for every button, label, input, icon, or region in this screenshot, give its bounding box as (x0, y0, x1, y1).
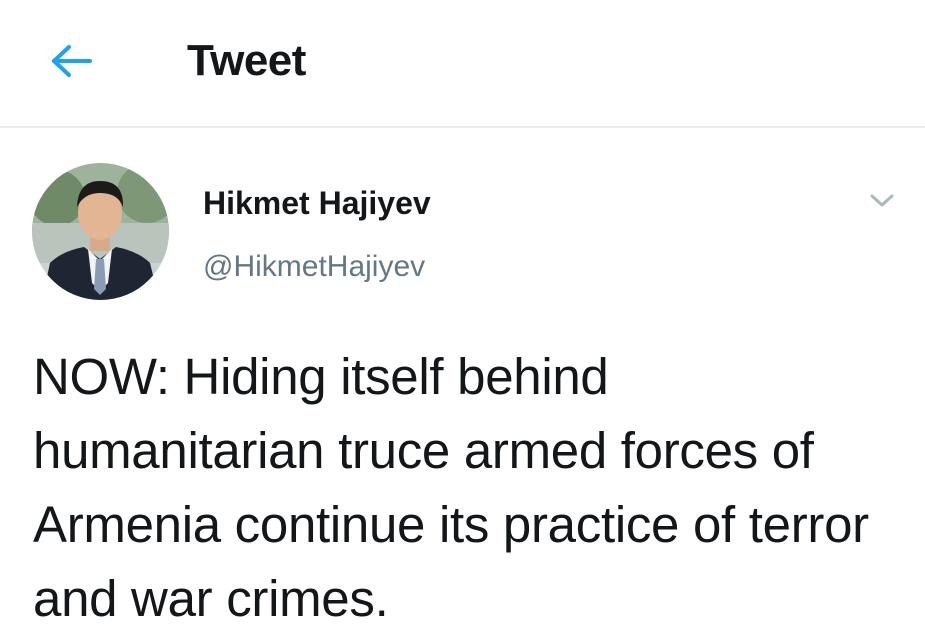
arrow-left-icon (52, 45, 92, 77)
top-bar: Tweet (0, 0, 925, 128)
tweet-text: NOW: Hiding itself behind humanitarian t… (33, 348, 869, 627)
tweet-options-button[interactable] (862, 186, 902, 216)
chevron-down-icon (870, 194, 894, 207)
avatar-photo (32, 163, 169, 300)
author-handle[interactable]: @HikmetHajiyev (203, 248, 425, 286)
author-display-name[interactable]: Hikmet Hajiyev (203, 183, 431, 223)
back-button[interactable] (44, 36, 100, 86)
page-title: Tweet (187, 36, 306, 85)
avatar[interactable] (32, 163, 169, 300)
